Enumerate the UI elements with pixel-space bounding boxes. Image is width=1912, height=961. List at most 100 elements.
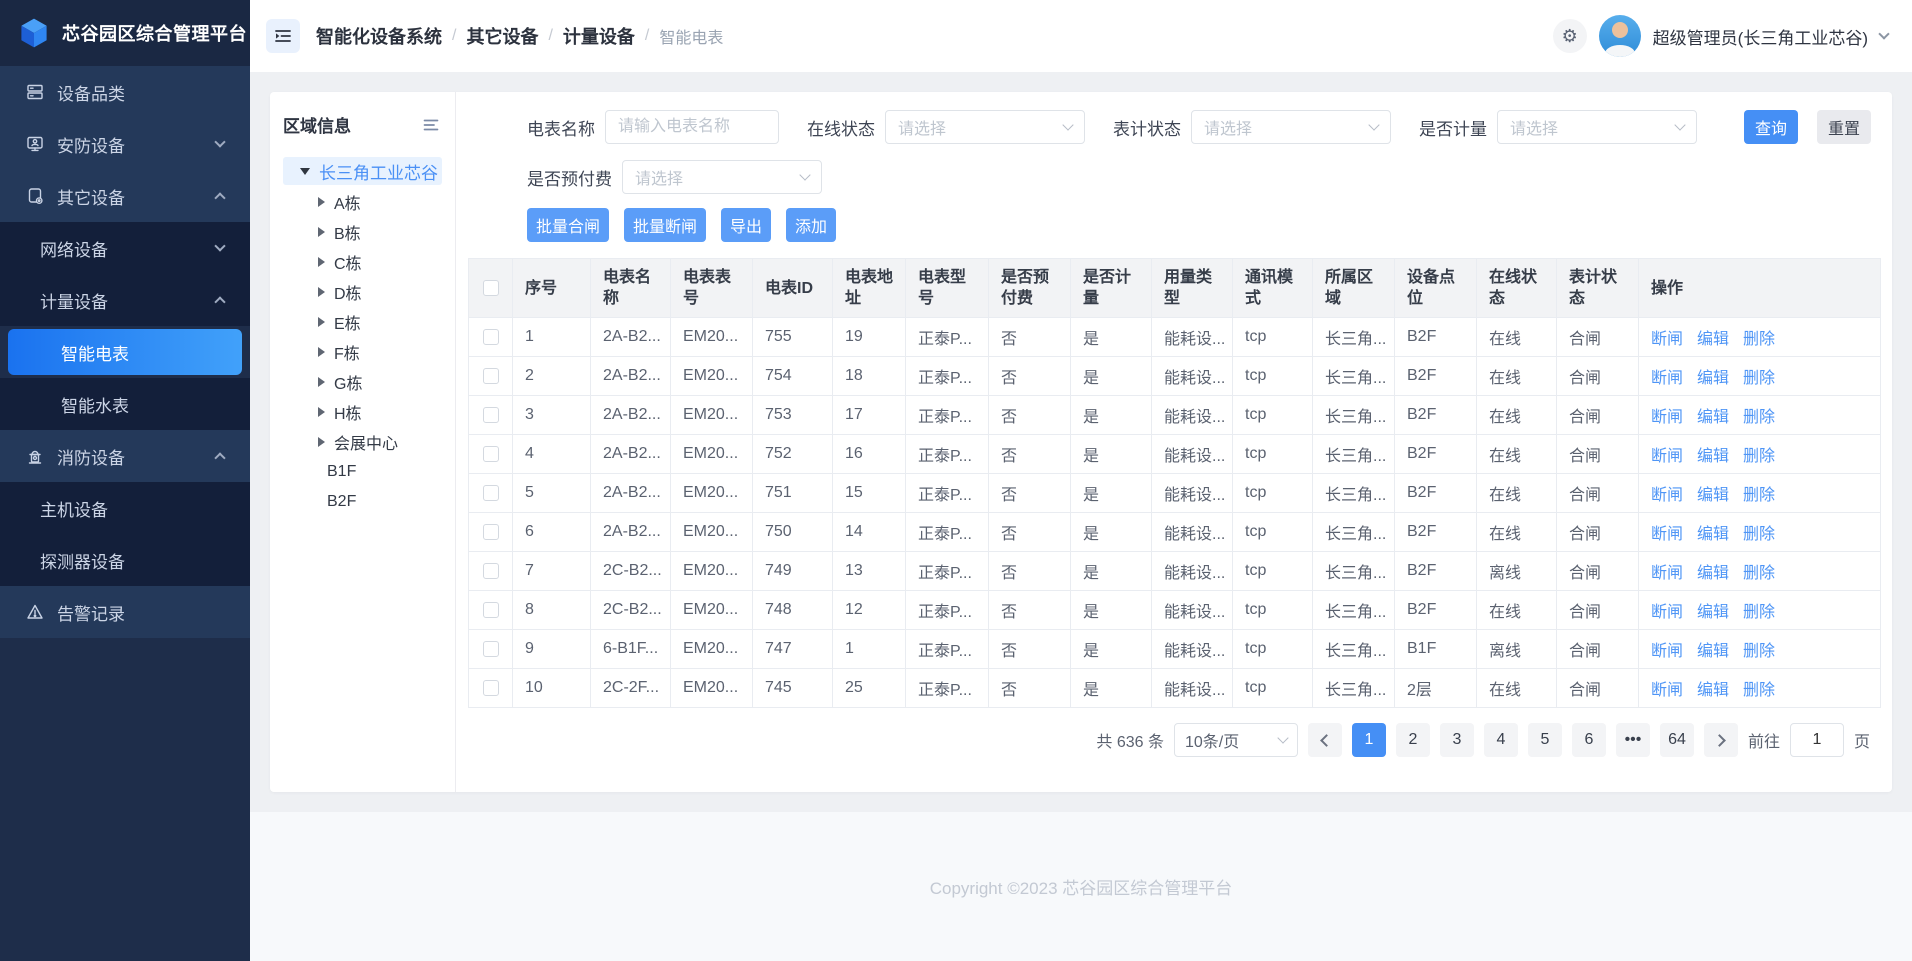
sidebar-item-smart-water-meter[interactable]: 智能水表 xyxy=(0,378,250,430)
row-checkbox[interactable] xyxy=(483,329,499,345)
action-edit-link[interactable]: 编辑 xyxy=(1697,331,1729,348)
tree-node[interactable]: A栋 xyxy=(283,187,442,217)
filter-is-metering-select[interactable]: 请选择 xyxy=(1497,110,1697,144)
action-open-switch-link[interactable]: 断闸 xyxy=(1651,487,1683,504)
action-open-switch-link[interactable]: 断闸 xyxy=(1651,370,1683,387)
batch-close-switch-button[interactable]: 批量合闸 xyxy=(527,208,609,242)
row-checkbox[interactable] xyxy=(483,563,499,579)
region-panel-collapse-button[interactable] xyxy=(420,114,442,136)
batch-open-switch-button[interactable]: 批量断闸 xyxy=(624,208,706,242)
page-button[interactable]: 64 xyxy=(1660,723,1694,757)
action-open-switch-link[interactable]: 断闸 xyxy=(1651,409,1683,426)
action-delete-link[interactable]: 删除 xyxy=(1743,682,1775,699)
filter-meter-name-input[interactable] xyxy=(605,110,779,144)
action-edit-link[interactable]: 编辑 xyxy=(1697,643,1729,660)
export-button[interactable]: 导出 xyxy=(721,208,771,242)
action-edit-link[interactable]: 编辑 xyxy=(1697,604,1729,621)
row-checkbox[interactable] xyxy=(483,407,499,423)
action-edit-link[interactable]: 编辑 xyxy=(1697,370,1729,387)
table-cell: 2A-B2... xyxy=(591,435,671,474)
add-button[interactable]: 添加 xyxy=(786,208,836,242)
tree-node[interactable]: F栋 xyxy=(283,337,442,367)
select-all-checkbox[interactable] xyxy=(483,280,499,296)
prev-page-button[interactable] xyxy=(1308,723,1342,757)
row-checkbox[interactable] xyxy=(483,368,499,384)
action-delete-link[interactable]: 删除 xyxy=(1743,565,1775,582)
row-checkbox[interactable] xyxy=(483,446,499,462)
action-open-switch-link[interactable]: 断闸 xyxy=(1651,448,1683,465)
tree-node-root[interactable]: 长三角工业芯谷 xyxy=(283,157,442,185)
page-button[interactable]: 4 xyxy=(1484,723,1518,757)
tree-node[interactable]: 会展中心 xyxy=(283,427,442,457)
action-edit-link[interactable]: 编辑 xyxy=(1697,565,1729,582)
action-delete-link[interactable]: 删除 xyxy=(1743,526,1775,543)
tree-node[interactable]: B2F xyxy=(283,487,442,517)
sidebar-item-host-device[interactable]: 主机设备 xyxy=(0,482,250,534)
row-checkbox[interactable] xyxy=(483,485,499,501)
row-checkbox[interactable] xyxy=(483,602,499,618)
search-button[interactable]: 查询 xyxy=(1744,110,1798,144)
action-open-switch-link[interactable]: 断闸 xyxy=(1651,643,1683,660)
breadcrumb-item[interactable]: 智能化设备系统 xyxy=(316,23,442,49)
user-name[interactable]: 超级管理员(长三角工业芯谷) xyxy=(1653,24,1868,49)
filter-online-status-select[interactable]: 请选择 xyxy=(885,110,1085,144)
action-delete-link[interactable]: 删除 xyxy=(1743,448,1775,465)
tree-node[interactable]: D栋 xyxy=(283,277,442,307)
page-size-select[interactable]: 10条/页 xyxy=(1174,723,1298,757)
action-delete-link[interactable]: 删除 xyxy=(1743,331,1775,348)
action-edit-link[interactable]: 编辑 xyxy=(1697,409,1729,426)
breadcrumb-item[interactable]: 其它设备 xyxy=(466,23,538,49)
page-button[interactable]: 3 xyxy=(1440,723,1474,757)
row-checkbox[interactable] xyxy=(483,524,499,540)
user-chevron-down-icon[interactable] xyxy=(1878,28,1889,39)
page-button[interactable]: 6 xyxy=(1572,723,1606,757)
table-cell: 748 xyxy=(753,591,833,630)
tree-node[interactable]: B1F xyxy=(283,457,442,487)
table-cell: 2C-B2... xyxy=(591,591,671,630)
breadcrumb-item[interactable]: 计量设备 xyxy=(563,23,635,49)
sidebar-item-network-device[interactable]: 网络设备 xyxy=(0,222,250,274)
sidebar-item-detector-device[interactable]: 探测器设备 xyxy=(0,534,250,586)
row-checkbox[interactable] xyxy=(483,680,499,696)
avatar[interactable] xyxy=(1599,15,1641,57)
action-open-switch-link[interactable]: 断闸 xyxy=(1651,526,1683,543)
tree-node[interactable]: E栋 xyxy=(283,307,442,337)
alarm-record-icon xyxy=(25,602,45,622)
action-open-switch-link[interactable]: 断闸 xyxy=(1651,604,1683,621)
filter-is-prepaid-select[interactable]: 请选择 xyxy=(622,160,822,194)
reset-button[interactable]: 重置 xyxy=(1817,110,1871,144)
sidebar-item-metering-device[interactable]: 计量设备 xyxy=(0,274,250,326)
tree-node[interactable]: G栋 xyxy=(283,367,442,397)
action-open-switch-link[interactable]: 断闸 xyxy=(1651,565,1683,582)
tree-node[interactable]: C栋 xyxy=(283,247,442,277)
action-delete-link[interactable]: 删除 xyxy=(1743,370,1775,387)
action-delete-link[interactable]: 删除 xyxy=(1743,487,1775,504)
collapse-sidebar-button[interactable] xyxy=(266,19,300,53)
filter-meter-switch-status-select[interactable]: 请选择 xyxy=(1191,110,1391,144)
page-button[interactable]: 5 xyxy=(1528,723,1562,757)
tree-node[interactable]: B栋 xyxy=(283,217,442,247)
action-edit-link[interactable]: 编辑 xyxy=(1697,487,1729,504)
action-open-switch-link[interactable]: 断闸 xyxy=(1651,682,1683,699)
action-edit-link[interactable]: 编辑 xyxy=(1697,448,1729,465)
sidebar-item-smart-electric-meter[interactable]: 智能电表 xyxy=(8,329,242,375)
next-page-button[interactable] xyxy=(1704,723,1738,757)
action-delete-link[interactable]: 删除 xyxy=(1743,409,1775,426)
row-checkbox[interactable] xyxy=(483,641,499,657)
sidebar-item-device-category[interactable]: 设备品类 xyxy=(0,66,250,118)
sidebar-item-fire-device[interactable]: 消防设备 xyxy=(0,430,250,482)
settings-button[interactable]: ⚙ xyxy=(1553,19,1587,53)
action-edit-link[interactable]: 编辑 xyxy=(1697,526,1729,543)
action-delete-link[interactable]: 删除 xyxy=(1743,643,1775,660)
more-pages-button[interactable]: ••• xyxy=(1616,723,1650,757)
sidebar-item-other-device[interactable]: 其它设备 xyxy=(0,170,250,222)
goto-page-input[interactable] xyxy=(1790,723,1844,757)
sidebar-item-security-device[interactable]: 安防设备 xyxy=(0,118,250,170)
action-open-switch-link[interactable]: 断闸 xyxy=(1651,331,1683,348)
tree-node[interactable]: H栋 xyxy=(283,397,442,427)
page-button[interactable]: 2 xyxy=(1396,723,1430,757)
page-button[interactable]: 1 xyxy=(1352,723,1386,757)
action-delete-link[interactable]: 删除 xyxy=(1743,604,1775,621)
sidebar-item-alarm-record[interactable]: 告警记录 xyxy=(0,586,250,638)
action-edit-link[interactable]: 编辑 xyxy=(1697,682,1729,699)
